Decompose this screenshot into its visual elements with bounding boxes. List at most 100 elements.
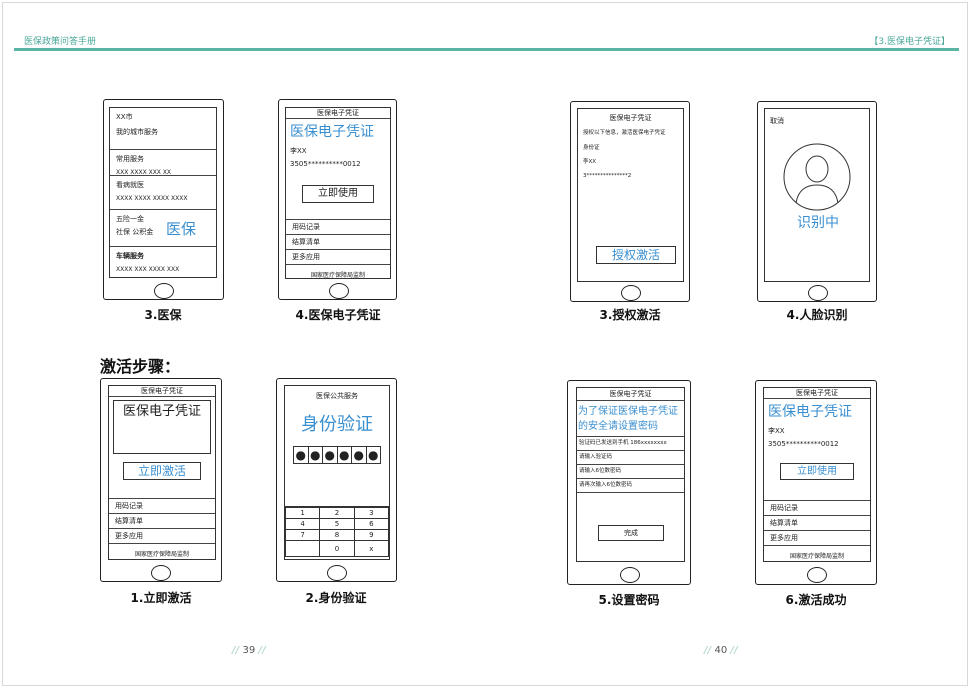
phone-identity-verify: 医保公共服务 身份验证 ● ● ● ● ● ● 1 2 3 4 5 6 7 8 … [276, 378, 397, 582]
password-input[interactable]: 请输入6位数密码 [577, 465, 684, 479]
holder-id: 3505**********0012 [290, 160, 361, 168]
use-now-button[interactable]: 立即使用 [302, 185, 374, 203]
phone-screen: 医保电子凭证 医保电子凭证 李XX 3505**********0012 立即使… [285, 107, 391, 279]
vehicle-items: XXXX XXX XXXX XXX [116, 266, 180, 273]
number-keypad: 1 2 3 4 5 6 7 8 9 0 x [285, 506, 389, 557]
page-number-right: // 40 // [704, 645, 738, 656]
holder-name: 李XX [768, 427, 785, 435]
identity-top-title: 医保公共服务 [316, 392, 358, 400]
holder-id: 3505**********0012 [768, 440, 839, 448]
caption-set-password: 5.设置密码 [598, 593, 660, 607]
key-7[interactable]: 7 [285, 529, 321, 541]
cancel-button[interactable]: 取消 [770, 116, 784, 126]
key-0[interactable]: 0 [319, 540, 355, 557]
caption-activated: 6.激活成功 [785, 593, 847, 607]
recognizing-status: 识别中 [797, 215, 839, 231]
menu-settlement-list[interactable]: 结算清单 [764, 516, 870, 531]
menu-settlement-list[interactable]: 结算清单 [286, 235, 390, 250]
verification-code-input[interactable]: 请输入验证码 [577, 451, 684, 465]
holder-name: 李XX [583, 159, 597, 165]
voucher-big-title: 医保电子凭证 [768, 404, 852, 420]
pin-dot: ● [323, 447, 338, 463]
caption-e-voucher: 4.医保电子凭证 [295, 308, 381, 322]
caption-authorize: 3.授权激活 [599, 308, 661, 322]
home-button[interactable] [154, 283, 174, 299]
home-button[interactable] [807, 567, 827, 583]
home-button[interactable] [151, 565, 171, 581]
see-doctor-label: 看病就医 [116, 181, 144, 189]
activation-steps-title: 激活步骤： [100, 357, 181, 376]
authorize-title: 医保电子凭证 [609, 114, 652, 122]
home-button[interactable] [620, 567, 640, 583]
header-title: 医保政策问答手册 [24, 37, 97, 47]
vehicle-section[interactable]: 车辆服务 XXXX XXX XXXX XXX [110, 247, 216, 277]
phone-screen: 医保电子凭证 医保电子凭证 立即激活 用码记录 结算清单 更多应用 国家医疗保障… [108, 385, 216, 560]
caption-yibao: 3.医保 [144, 308, 182, 322]
slash-decoration: // [704, 645, 712, 656]
phone-screen: XX市 我的城市服务 常用服务 XXX XXXX XXX XX 看病就医 XXX… [109, 107, 217, 278]
key-1[interactable]: 1 [285, 507, 321, 519]
pin-dot: ● [368, 448, 379, 462]
menu-more-apps[interactable]: 更多应用 [764, 531, 870, 546]
holder-id: 3***************2 [583, 173, 632, 179]
voucher-card: 医保电子凭证 李XX 3505**********0012 立即使用 [764, 399, 870, 501]
key-6[interactable]: 6 [353, 518, 389, 530]
holder-name: 李XX [290, 147, 307, 155]
home-button[interactable] [329, 283, 349, 299]
phone-screen: 医保电子凭证 为了保证医保电子凭证 的安全请设置密码 验证码已发送到手机 186… [576, 387, 685, 562]
common-service-section[interactable]: 常用服务 XXX XXXX XXX XX [110, 150, 216, 176]
pin-dot: ● [338, 447, 352, 463]
key-9[interactable]: 9 [353, 529, 389, 541]
confirm-password-input[interactable]: 请再次输入6位数密码 [577, 479, 684, 493]
voucher-big-title: 医保电子凭证 [290, 124, 374, 140]
phone-face-recognition: 取消 识别中 [757, 101, 877, 302]
menu-code-records[interactable]: 用码记录 [286, 220, 390, 235]
yibao-entry[interactable]: 医保 [166, 218, 196, 239]
finish-button[interactable]: 完成 [598, 525, 664, 541]
voucher-footer: 国家医疗保障局监制 [134, 551, 189, 558]
voucher-frame: 医保电子凭证 [113, 400, 211, 454]
home-button[interactable] [621, 285, 641, 301]
phone-screen: 医保电子凭证 医保电子凭证 李XX 3505**********0012 立即使… [763, 387, 871, 562]
phone-screen: 医保电子凭证 授权以下信息，激活医保电子凭证 身份证 李XX 3********… [577, 108, 684, 282]
insurance-section[interactable]: 五险一金 社保 公积金 医保 [110, 210, 216, 247]
key-3[interactable]: 3 [353, 507, 389, 519]
phone-authorize: 医保电子凭证 授权以下信息，激活医保电子凭证 身份证 李XX 3********… [570, 101, 690, 302]
pin-dot: ● [294, 447, 309, 463]
slash-decoration: // [258, 645, 266, 656]
password-title: 医保电子凭证 [577, 388, 684, 401]
header-section: 【3.医保电子凭证】 [869, 37, 950, 47]
voucher-footer: 国家医疗保障局监制 [789, 553, 844, 560]
home-button[interactable] [808, 285, 828, 301]
header-rule [14, 48, 959, 51]
voucher-footer: 国家医疗保障局监制 [310, 272, 365, 279]
see-doctor-section[interactable]: 看病就医 XXXX XXXX XXXX XXXX [110, 176, 216, 210]
voucher-card: 医保电子凭证 李XX 3505**********0012 立即使用 [286, 119, 390, 220]
page-number-value: 39 [242, 645, 256, 656]
key-5[interactable]: 5 [319, 518, 355, 530]
password-notice: 为了保证医保电子凭证 的安全请设置密码 [577, 401, 684, 437]
menu-code-records[interactable]: 用码记录 [764, 501, 870, 516]
home-button[interactable] [327, 565, 347, 581]
use-now-button[interactable]: 立即使用 [780, 463, 854, 480]
caption-face-recognition: 4.人脸识别 [786, 308, 848, 322]
pin-input[interactable]: ● ● ● ● ● ● [293, 446, 381, 464]
menu-code-records[interactable]: 用码记录 [109, 499, 215, 514]
key-2[interactable]: 2 [319, 507, 355, 519]
menu-more-apps[interactable]: 更多应用 [286, 250, 390, 265]
slash-decoration: // [232, 645, 240, 656]
voucher-top-title: 医保电子凭证 [764, 388, 870, 399]
city-name: XX市 [116, 113, 133, 121]
key-8[interactable]: 8 [319, 529, 355, 541]
menu-settlement-list[interactable]: 结算清单 [109, 514, 215, 529]
menu-more-apps[interactable]: 更多应用 [109, 529, 215, 544]
activate-now-button[interactable]: 立即激活 [123, 462, 201, 480]
common-service-label: 常用服务 [116, 155, 144, 163]
authorize-desc: 授权以下信息，激活医保电子凭证 [583, 130, 666, 136]
phone-activated: 医保电子凭证 医保电子凭证 李XX 3505**********0012 立即使… [755, 380, 877, 585]
authorize-activate-button[interactable]: 授权激活 [596, 246, 676, 264]
key-4[interactable]: 4 [285, 518, 321, 530]
phone-screen: 医保公共服务 身份验证 ● ● ● ● ● ● 1 2 3 4 5 6 7 8 … [284, 385, 390, 560]
key-delete[interactable]: x [353, 540, 389, 557]
voucher-top-title: 医保电子凭证 [286, 108, 390, 119]
